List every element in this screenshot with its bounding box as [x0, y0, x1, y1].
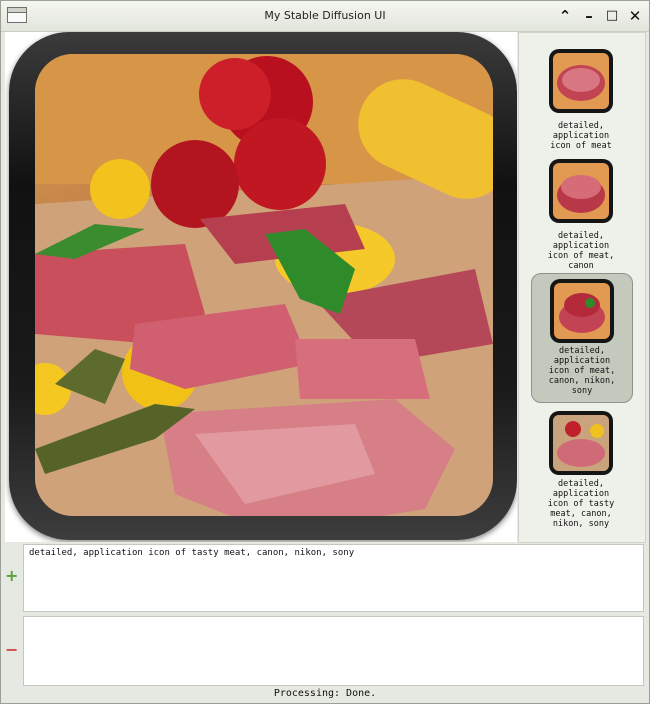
app-window: My Stable Diffusion UI ⌃ – □ ✕ detailed,… [0, 0, 650, 704]
close-icon[interactable]: ✕ [624, 5, 646, 27]
window-title: My Stable Diffusion UI [264, 9, 386, 22]
negative-prompt-input[interactable] [23, 616, 644, 686]
meat-thumbnail [553, 415, 609, 471]
add-prompt-button[interactable]: + [5, 568, 18, 584]
thumbnail-image [549, 411, 613, 475]
status-text: Processing: Done. [273, 688, 377, 699]
gallery-item[interactable]: detailed, application icon of meat, cano… [531, 151, 631, 271]
thumbnail-image [549, 49, 613, 113]
thumbnail-caption: detailed, application icon of meat, cano… [548, 346, 616, 396]
meat-illustration [35, 54, 493, 516]
chevron-up-icon[interactable]: ⌃ [554, 5, 576, 27]
thumbnail-caption: detailed, application icon of tasty meat… [547, 479, 615, 529]
generated-image-preview [5, 32, 517, 542]
app-icon-frame [9, 32, 517, 540]
meat-image [35, 54, 493, 516]
minimize-icon[interactable]: – [578, 5, 600, 27]
remove-prompt-button[interactable]: − [5, 642, 18, 658]
maximize-icon[interactable]: □ [601, 5, 623, 27]
meat-thumbnail [557, 65, 605, 101]
thumbnail-image [549, 159, 613, 223]
gallery-sidebar: detailed, application icon of meat detai… [518, 32, 646, 543]
meat-thumbnail [557, 175, 605, 213]
gallery-item-selected[interactable]: detailed, application icon of meat, cano… [531, 273, 633, 403]
gallery-item[interactable]: detailed, application icon of meat [531, 41, 631, 151]
thumbnail-caption: detailed, application icon of meat [550, 121, 612, 151]
meat-thumbnail [559, 293, 605, 333]
titlebar: My Stable Diffusion UI ⌃ – □ ✕ [1, 1, 649, 32]
thumbnail-caption: detailed, application icon of meat, cano… [547, 231, 615, 271]
gallery-item[interactable]: detailed, application icon of tasty meat… [531, 409, 631, 533]
prompt-input[interactable]: detailed, application icon of tasty meat… [23, 544, 644, 612]
thumbnail-image [550, 279, 614, 343]
